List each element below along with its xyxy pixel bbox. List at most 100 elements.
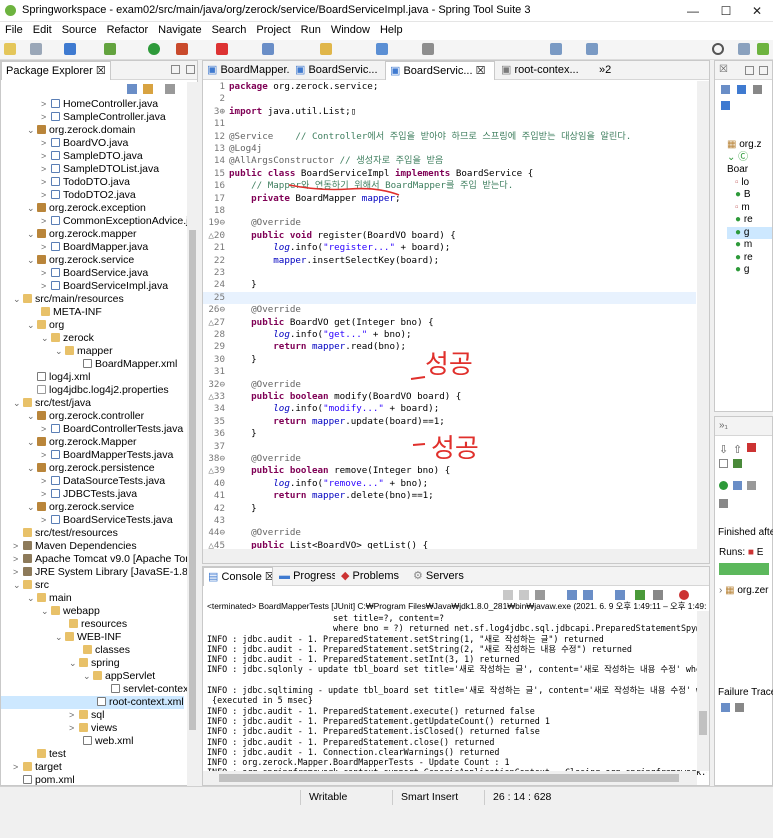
tree-item[interactable]: ⌄ src/test/java [1, 397, 91, 410]
save-icon[interactable] [30, 43, 42, 55]
collapse-icon[interactable]: ⌄ [83, 670, 91, 683]
expand-icon[interactable]: > [13, 566, 21, 579]
tab-problems[interactable]: ◆ Problems [337, 567, 407, 586]
tree-item[interactable]: ⌄ main [1, 592, 72, 605]
tree-item[interactable]: > BoardMapperTests.java [1, 449, 173, 462]
console-vscroll[interactable] [697, 611, 709, 771]
tree-item[interactable]: > TodoDTO2.java [1, 189, 136, 202]
display-console-icon[interactable] [653, 590, 663, 600]
tree-item[interactable]: > JRE System Library [JavaSE-1.8] [1, 566, 187, 579]
tree-item[interactable]: ⌄ WEB-INF [1, 631, 121, 644]
collapse-icon[interactable]: ⌄ [41, 605, 49, 618]
collapse-icon[interactable]: ⌄ [27, 228, 35, 241]
tree-item[interactable]: > views [1, 722, 117, 735]
collapse-icon[interactable]: ⌄ [27, 254, 35, 267]
tree-item[interactable]: web.xml [1, 735, 134, 748]
menu-window[interactable]: Window [326, 22, 375, 38]
collapse-icon[interactable]: ⌄ [27, 202, 35, 215]
expand-icon[interactable]: > [41, 280, 49, 293]
expand-icon[interactable]: > [41, 488, 49, 501]
minimize-panel-icon[interactable] [171, 65, 180, 74]
boot-dashboard-icon[interactable] [262, 43, 274, 55]
scroll-lock-icon[interactable] [567, 590, 577, 600]
tree-item[interactable]: ⌄ org.zerock.Mapper [1, 436, 137, 449]
tree-item[interactable]: > SampleDTOList.java [1, 163, 159, 176]
new-icon[interactable] [4, 43, 16, 55]
toggle-mark-icon[interactable] [422, 43, 434, 55]
collapse-icon[interactable]: ⌄ [27, 124, 35, 137]
tree-item[interactable]: ⌄ org.zerock.controller [1, 410, 144, 423]
tree-item[interactable]: > SampleDTO.java [1, 150, 143, 163]
expand-icon[interactable]: > [41, 449, 49, 462]
word-wrap-icon[interactable] [583, 590, 593, 600]
menu-search[interactable]: Search [207, 22, 252, 38]
perspective-icon[interactable] [738, 43, 750, 55]
compare-icon[interactable] [735, 703, 744, 712]
tree-item[interactable]: classes [1, 644, 130, 657]
collapse-icon[interactable]: ⌄ [55, 345, 63, 358]
menu-run[interactable]: Run [296, 22, 326, 38]
stop-junit-icon[interactable] [747, 481, 756, 490]
next-failure-icon[interactable]: ⇩ [719, 443, 728, 456]
menu-file[interactable]: File [0, 22, 28, 38]
new-package-icon[interactable] [320, 43, 332, 55]
tree-item[interactable]: ⌄ zerock [1, 332, 94, 345]
collapse-all-icon[interactable] [127, 84, 137, 94]
clear-console-icon[interactable] [535, 590, 545, 600]
tab-package-explorer[interactable]: Package Explorer ☒ [1, 61, 111, 80]
expand-icon[interactable]: > [41, 137, 49, 150]
tree-item[interactable]: > BoardService.java [1, 267, 148, 280]
search-icon[interactable] [712, 43, 724, 55]
outline-getlist[interactable]: ● g [727, 264, 772, 277]
hide-static-icon[interactable] [721, 101, 730, 110]
tree-item[interactable]: > BoardServiceImpl.java [1, 280, 168, 293]
forward-icon[interactable] [586, 43, 598, 55]
menu-navigate[interactable]: Navigate [153, 22, 206, 38]
console-scroll-thumb[interactable] [699, 711, 707, 735]
outline-get[interactable]: ● g [727, 226, 772, 239]
tree-item[interactable]: ⌄ org.zerock.persistence [1, 462, 155, 475]
editor-hscroll[interactable] [203, 549, 697, 563]
expand-icon[interactable]: > [13, 761, 21, 774]
tree-item[interactable]: ⌄ org.zerock.domain [1, 124, 135, 137]
tree-item[interactable]: resources [1, 618, 127, 631]
expand-icon[interactable]: > [41, 475, 49, 488]
tree-item[interactable]: ⌄ src/main/resources [1, 293, 124, 306]
collapse-icon[interactable]: ⌄ [27, 410, 35, 423]
console-hscroll-thumb[interactable] [219, 774, 679, 782]
filter-trace-icon[interactable] [721, 703, 730, 712]
junit-test-item[interactable]: › ▦ org.zer [719, 585, 768, 596]
expand-icon[interactable]: > [41, 98, 49, 111]
tree-item[interactable]: test [1, 748, 66, 761]
collapse-icon[interactable]: ⌄ [13, 293, 21, 306]
open-type-icon[interactable] [64, 43, 76, 55]
scroll-lock-junit-icon[interactable] [719, 459, 728, 468]
collapse-icon[interactable]: ⌄ [27, 436, 35, 449]
expand-icon[interactable]: > [13, 553, 21, 566]
tree-item[interactable]: ⌄ webapp [1, 605, 100, 618]
tree-item[interactable]: > SampleController.java [1, 111, 166, 124]
open-console-icon[interactable] [635, 590, 645, 600]
expand-icon[interactable]: > [41, 111, 49, 124]
menu-help[interactable]: Help [375, 22, 408, 38]
collapse-icon[interactable]: ⌄ [27, 501, 35, 514]
tree-item[interactable]: ⌄ org.zerock.mapper [1, 228, 137, 241]
expand-icon[interactable]: > [41, 514, 49, 527]
expand-icon[interactable]: > [13, 540, 21, 553]
spring-icon[interactable] [104, 43, 116, 55]
outline-package[interactable]: ▦ org.z [727, 139, 772, 152]
tree-item[interactable]: ⌄ mapper [1, 345, 113, 358]
rerun-icon[interactable] [719, 481, 728, 490]
rerun-failed-icon[interactable] [733, 481, 742, 490]
outline-menu-icon[interactable] [753, 85, 762, 94]
run-icon[interactable] [148, 43, 160, 55]
console-hscroll[interactable] [203, 771, 697, 785]
link-editor-icon[interactable] [143, 84, 153, 94]
show-failures-icon[interactable] [747, 443, 756, 452]
sts-icon[interactable] [679, 590, 689, 600]
explorer-scroll-thumb[interactable] [189, 230, 196, 730]
tree-item[interactable]: ⌄ appServlet [1, 670, 155, 683]
maximize-button[interactable]: ☐ [711, 2, 741, 20]
outline-log-field[interactable]: ▫ lo [727, 177, 772, 190]
outline-remove[interactable]: ● re [727, 252, 772, 265]
